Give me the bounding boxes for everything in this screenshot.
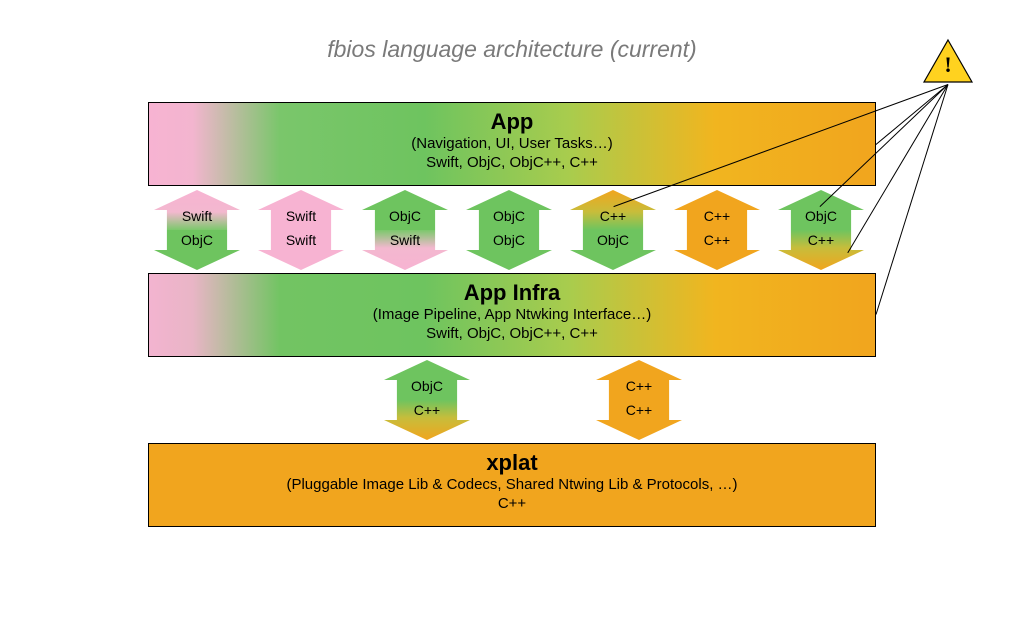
layer-xplat-sub2: C++ — [149, 495, 875, 514]
arrow-pair-4: ObjC ObjC — [466, 190, 552, 270]
arrow-up: ObjC — [778, 190, 864, 230]
diagram: fbios language architecture (current) Ap… — [0, 0, 1024, 640]
arrow-pair-3: ObjC Swift — [362, 190, 448, 270]
arrow-up: Swift — [258, 190, 344, 230]
arrow-up: Swift — [154, 190, 240, 230]
arrow-up: ObjC — [466, 190, 552, 230]
arrow-down: Swift — [258, 230, 344, 270]
arrow-down: ObjC — [466, 230, 552, 270]
layer-app-sub2: Swift, ObjC, ObjC++, C++ — [149, 154, 875, 173]
diagram-title: fbios language architecture (current) — [0, 36, 1024, 63]
arrow-pair-9: C++ C++ — [596, 360, 682, 440]
arrow-down: ObjC — [154, 230, 240, 270]
arrow-pair-8: ObjC C++ — [384, 360, 470, 440]
warning-icon: ! — [922, 38, 974, 84]
arrow-down: C++ — [778, 230, 864, 270]
layer-app: App (Navigation, UI, User Tasks…) Swift,… — [148, 102, 876, 186]
layer-xplat-sub1: (Pluggable Image Lib & Codecs, Shared Nt… — [149, 476, 875, 495]
arrow-pair-7: ObjC C++ — [778, 190, 864, 270]
arrow-down: C++ — [674, 230, 760, 270]
arrow-down: C++ — [384, 400, 470, 440]
arrow-down: C++ — [596, 400, 682, 440]
arrow-pair-2: Swift Swift — [258, 190, 344, 270]
arrow-down: ObjC — [570, 230, 656, 270]
layer-xplat-title: xplat — [149, 450, 875, 476]
layer-app-title: App — [149, 109, 875, 135]
arrow-pair-1: Swift ObjC — [154, 190, 240, 270]
layer-infra-sub2: Swift, ObjC, ObjC++, C++ — [149, 325, 875, 344]
arrow-down: Swift — [362, 230, 448, 270]
arrow-up: C++ — [674, 190, 760, 230]
layer-infra-title: App Infra — [149, 280, 875, 306]
arrow-up: ObjC — [384, 360, 470, 400]
arrow-pair-6: C++ C++ — [674, 190, 760, 270]
layer-app-infra: App Infra (Image Pipeline, App Ntwking I… — [148, 273, 876, 357]
layer-xplat: xplat (Pluggable Image Lib & Codecs, Sha… — [148, 443, 876, 527]
arrow-pair-5: C++ ObjC — [570, 190, 656, 270]
arrow-up: C++ — [596, 360, 682, 400]
warning-bang: ! — [922, 52, 974, 78]
layer-infra-sub1: (Image Pipeline, App Ntwking Interface…) — [149, 306, 875, 325]
arrow-up: ObjC — [362, 190, 448, 230]
